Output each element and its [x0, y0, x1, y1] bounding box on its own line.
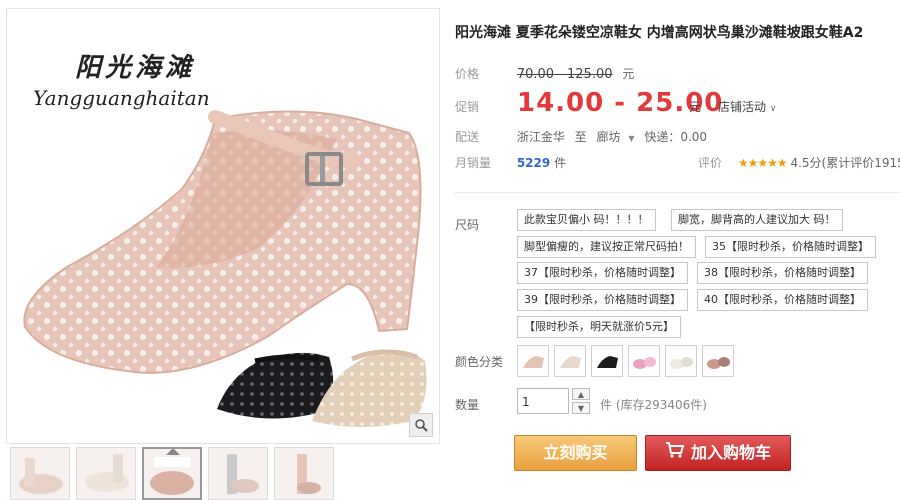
stock-info: 件 (库存293406件)	[600, 398, 707, 412]
shipping-from: 浙江金华	[516, 130, 565, 144]
add-to-cart-label: 加入购物车	[690, 443, 771, 462]
color-swatches	[517, 345, 734, 377]
thumbnail-1[interactable]	[10, 447, 70, 500]
price-unit: 元	[622, 67, 635, 81]
product-image-panel[interactable]: 阳光海滩 Yangguanghaitan	[6, 8, 440, 444]
quantity-stepper: ▲ ▼	[572, 388, 590, 414]
size-option[interactable]: 40【限时秒杀，价格随时调整】	[697, 289, 868, 311]
size-option[interactable]: 38【限时秒杀，价格随时调整】	[697, 262, 868, 284]
size-option[interactable]: 脚型偏瘦的，建议按正常尺码拍！	[517, 236, 696, 258]
sales-label: 月销量	[455, 156, 492, 170]
sales-row: 月销量 5229 件	[455, 154, 566, 171]
thumbnail-3-selected[interactable]	[142, 447, 202, 500]
shipping-to-word: 至	[574, 130, 587, 144]
size-option[interactable]: 35【限时秒杀，价格随时调整】	[705, 236, 876, 258]
main-product-image	[23, 110, 427, 427]
add-to-cart-button[interactable]: 加入购物车	[645, 435, 791, 471]
size-label: 尺码	[455, 218, 480, 232]
color-swatch[interactable]	[554, 345, 586, 377]
shipping-fee: 快递：0.00	[644, 130, 708, 144]
shipping-destination[interactable]: 廊坊	[597, 130, 621, 144]
color-swatch[interactable]	[517, 345, 549, 377]
decrease-button[interactable]: ▼	[572, 402, 590, 414]
rating-label: 评价	[698, 156, 723, 170]
selected-arrow-icon	[166, 449, 180, 455]
shop-promo-dropdown[interactable]: 店铺活动 ∨	[718, 98, 776, 115]
size-option[interactable]: 此款宝贝偏小 码！！！！	[517, 209, 656, 231]
increase-button[interactable]: ▲	[572, 388, 590, 400]
quantity-label: 数量	[455, 398, 480, 412]
sales-count: 5229	[516, 156, 551, 170]
size-option[interactable]: 【限时秒杀，明天就涨价5元】	[517, 316, 681, 338]
original-price: 70.00 - 125.00	[516, 67, 613, 82]
color-swatch[interactable]	[591, 345, 623, 377]
price-row: 价格 70.00 - 125.00 元	[455, 65, 634, 82]
info-divider	[455, 192, 900, 193]
quantity-input[interactable]: 1	[517, 388, 569, 414]
shipping-label: 配送	[455, 130, 480, 144]
thumbnail-strip	[10, 447, 334, 500]
zoom-icon[interactable]	[409, 413, 433, 437]
promo-label: 促销	[455, 100, 480, 114]
shop-promo-label: 店铺活动	[718, 100, 767, 114]
rating-score: 4.5分(累计评价1915	[790, 156, 900, 170]
size-option[interactable]: 37【限时秒杀，价格随时调整】	[517, 262, 688, 284]
caret-down-icon[interactable]: ▼	[628, 134, 634, 143]
color-swatch[interactable]	[628, 345, 660, 377]
promo-unit: 元	[689, 100, 702, 114]
thumbnail-5[interactable]	[274, 447, 334, 500]
shipping-row: 配送 浙江金华 至 廊坊 ▼ 快递：0.00	[455, 128, 707, 145]
thumbnail-4[interactable]	[208, 447, 268, 500]
product-title: 阳光海滩 夏季花朵镂空凉鞋女 内增高网状鸟巢沙滩鞋坡跟女鞋A2	[455, 25, 864, 41]
color-label: 颜色分类	[455, 355, 504, 369]
price-label: 价格	[455, 67, 480, 81]
rating-stars-icon: ★★★★★	[737, 156, 788, 170]
sales-unit: 件	[554, 156, 567, 170]
size-option[interactable]: 39【限时秒杀，价格随时调整】	[517, 289, 688, 311]
chevron-down-icon: ∨	[769, 104, 777, 114]
buy-now-button[interactable]: 立刻购买	[514, 435, 637, 471]
color-swatch[interactable]	[665, 345, 697, 377]
rating-row[interactable]: 评价 ★★★★★ 4.5分(累计评价1915	[698, 154, 900, 171]
thumbnail-2[interactable]	[76, 447, 136, 500]
promo-row: 促销	[455, 98, 513, 115]
color-swatch[interactable]	[702, 345, 734, 377]
size-option[interactable]: 脚宽，脚背高的人建议加大 码！	[671, 209, 843, 231]
cart-icon	[665, 437, 685, 471]
